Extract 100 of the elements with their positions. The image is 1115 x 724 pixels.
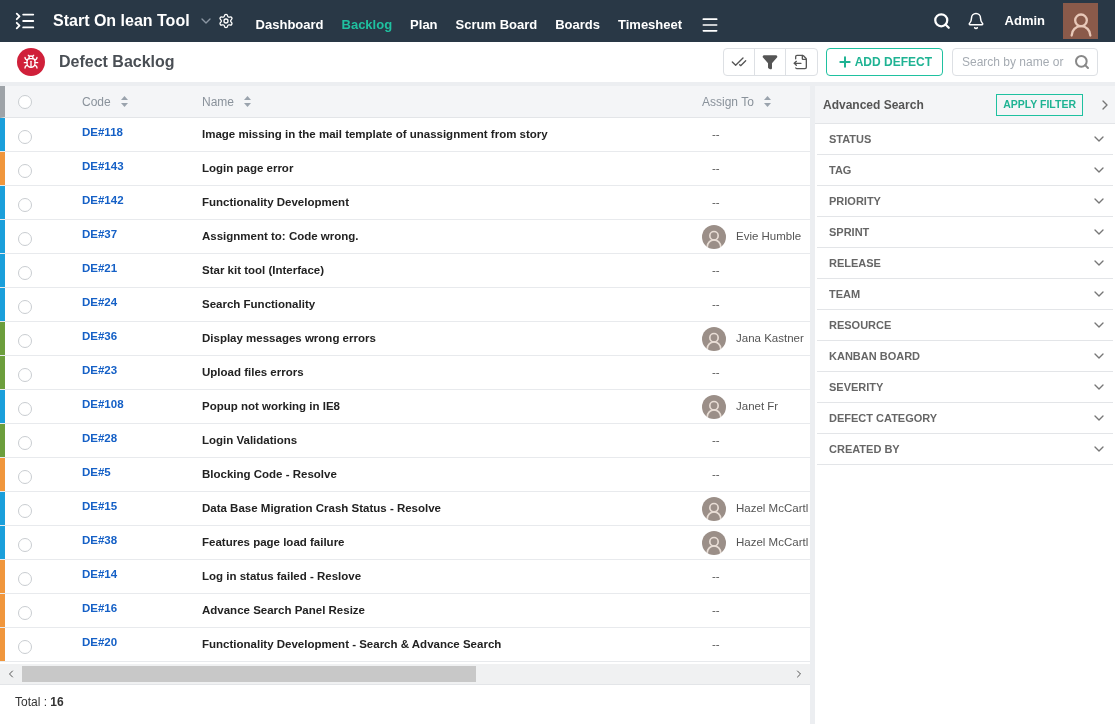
- assignee-name: Evie Humble: [736, 228, 802, 244]
- defect-code-link[interactable]: DE#24: [82, 293, 202, 312]
- defect-name: Login Validations: [202, 432, 299, 448]
- filter-section[interactable]: CREATED BY: [817, 434, 1113, 465]
- defect-code-link[interactable]: DE#118: [82, 123, 202, 142]
- assignee-name: Hazel McCartl: [736, 534, 809, 550]
- filter-section[interactable]: STATUS: [817, 124, 1113, 155]
- search-field[interactable]: Search by name or: [952, 48, 1098, 76]
- defect-name: Login page error: [202, 160, 295, 176]
- user-name[interactable]: Admin: [1004, 11, 1045, 31]
- assignee-name: Jana Kastner: [736, 330, 804, 346]
- app-title: Start On lean Tool: [53, 11, 190, 31]
- assignee-name: --: [712, 126, 720, 142]
- defect-name: Image missing in the mail template of unassignment from story: [202, 126, 549, 142]
- defect-code-link[interactable]: DE#23: [82, 361, 202, 380]
- defect-name: Popup not working in IE8: [202, 398, 341, 414]
- nav-link[interactable]: Dashboard: [255, 15, 324, 35]
- defect-name: Data Base Migration Crash Status - Resolve: [202, 500, 442, 516]
- defect-name: Assignment to: Code wrong.: [202, 228, 360, 244]
- defect-code-link[interactable]: DE#28: [82, 429, 202, 448]
- row-checkbox[interactable]: [18, 435, 32, 450]
- panel-title: Advanced Search: [823, 96, 924, 114]
- row-checkbox[interactable]: [18, 503, 32, 518]
- filter-section[interactable]: TAG: [817, 155, 1113, 186]
- assignee-name: --: [712, 602, 720, 618]
- row-checkbox[interactable]: [18, 367, 32, 382]
- row-checkbox[interactable]: [18, 605, 32, 620]
- settings-icon[interactable]: [217, 13, 234, 29]
- assignee-name: --: [712, 466, 720, 482]
- defect-code-link[interactable]: DE#143: [82, 157, 202, 176]
- defect-code-link[interactable]: DE#21: [82, 259, 202, 278]
- page-title: Defect Backlog: [59, 52, 175, 72]
- row-checkbox[interactable]: [18, 333, 32, 348]
- row-checkbox[interactable]: [18, 299, 32, 314]
- filter-section[interactable]: KANBAN BOARD: [817, 341, 1113, 372]
- defect-name: Features page load failure: [202, 534, 346, 550]
- filter-icon: [761, 54, 778, 70]
- row-checkbox[interactable]: [18, 129, 32, 144]
- sort-icon[interactable]: [763, 96, 771, 107]
- nav-link[interactable]: Scrum Board: [455, 15, 538, 35]
- defect-code-link[interactable]: DE#14: [82, 565, 202, 584]
- filter-section[interactable]: RELEASE: [817, 248, 1113, 279]
- assignee-name: --: [712, 432, 720, 448]
- nav-link[interactable]: Backlog: [341, 15, 393, 35]
- filter-section[interactable]: SPRINT: [817, 217, 1113, 248]
- filter-section[interactable]: TEAM: [817, 279, 1113, 310]
- assignee-name: Janet Fr: [736, 398, 779, 414]
- defect-code-link[interactable]: DE#142: [82, 191, 202, 210]
- sort-icon[interactable]: [120, 96, 128, 107]
- defect-name: Star kit tool (Interface): [202, 262, 326, 278]
- nav-link[interactable]: Timesheet: [618, 15, 683, 35]
- row-checkbox[interactable]: [18, 197, 32, 212]
- sort-icon[interactable]: [244, 96, 251, 107]
- plus-icon: [836, 54, 853, 70]
- row-checkbox[interactable]: [18, 469, 32, 484]
- row-checkbox[interactable]: [18, 231, 32, 246]
- assignee-name: --: [712, 194, 720, 210]
- defect-name: Blocking Code - Resolve: [202, 466, 338, 482]
- total-count: Total : 16: [15, 693, 64, 711]
- defect-code-link[interactable]: DE#16: [82, 599, 202, 618]
- filter-section[interactable]: PRIORITY: [817, 186, 1113, 217]
- defect-code-link[interactable]: DE#108: [82, 395, 202, 414]
- defect-code-link[interactable]: DE#20: [82, 633, 202, 652]
- defect-name: Display messages wrong errors: [202, 330, 377, 346]
- defect-code-link[interactable]: DE#5: [82, 463, 202, 482]
- assignee-name: --: [712, 160, 720, 176]
- scrollbar-thumb[interactable]: [22, 666, 476, 682]
- row-checkbox[interactable]: [18, 571, 32, 586]
- select-all-checkbox[interactable]: [18, 94, 32, 109]
- assignee-name: --: [712, 296, 720, 312]
- nav-link[interactable]: Plan: [410, 15, 438, 35]
- defect-name: Functionality Development: [202, 194, 350, 210]
- assignee-name: --: [712, 364, 720, 380]
- defect-code-link[interactable]: DE#37: [82, 225, 202, 244]
- defect-name: Log in status failed - Reslove: [202, 568, 363, 584]
- sidebar-toggle-icon[interactable]: [14, 10, 36, 32]
- row-checkbox[interactable]: [18, 639, 32, 654]
- nav-link[interactable]: Boards: [555, 15, 600, 35]
- defect-code-link[interactable]: DE#36: [82, 327, 202, 346]
- filter-section[interactable]: DEFECT CATEGORY: [817, 403, 1113, 434]
- defect-code-link[interactable]: DE#38: [82, 531, 202, 550]
- assignee-name: --: [712, 568, 720, 584]
- row-checkbox[interactable]: [18, 401, 32, 416]
- notification-bell-icon[interactable]: [966, 12, 985, 30]
- filter-section[interactable]: RESOURCE: [817, 310, 1113, 341]
- row-checkbox[interactable]: [18, 265, 32, 280]
- row-checkbox[interactable]: [18, 163, 32, 178]
- search-icon[interactable]: [932, 12, 951, 30]
- horizontal-scrollbar[interactable]: [0, 664, 810, 684]
- user-avatar[interactable]: [1063, 3, 1098, 39]
- defect-name: Advance Search Panel Resize: [202, 602, 366, 618]
- assignee-name: --: [712, 636, 720, 652]
- row-checkbox[interactable]: [18, 537, 32, 552]
- defect-name: Functionality Development - Search & Advance Search: [202, 636, 503, 652]
- column-header[interactable]: Assign To: [702, 92, 754, 111]
- defect-code-link[interactable]: DE#15: [82, 497, 202, 516]
- column-header[interactable]: Name: [202, 92, 234, 111]
- bug-icon: [17, 48, 45, 76]
- filter-section[interactable]: SEVERITY: [817, 372, 1113, 403]
- defect-name: Search Functionality: [202, 296, 317, 312]
